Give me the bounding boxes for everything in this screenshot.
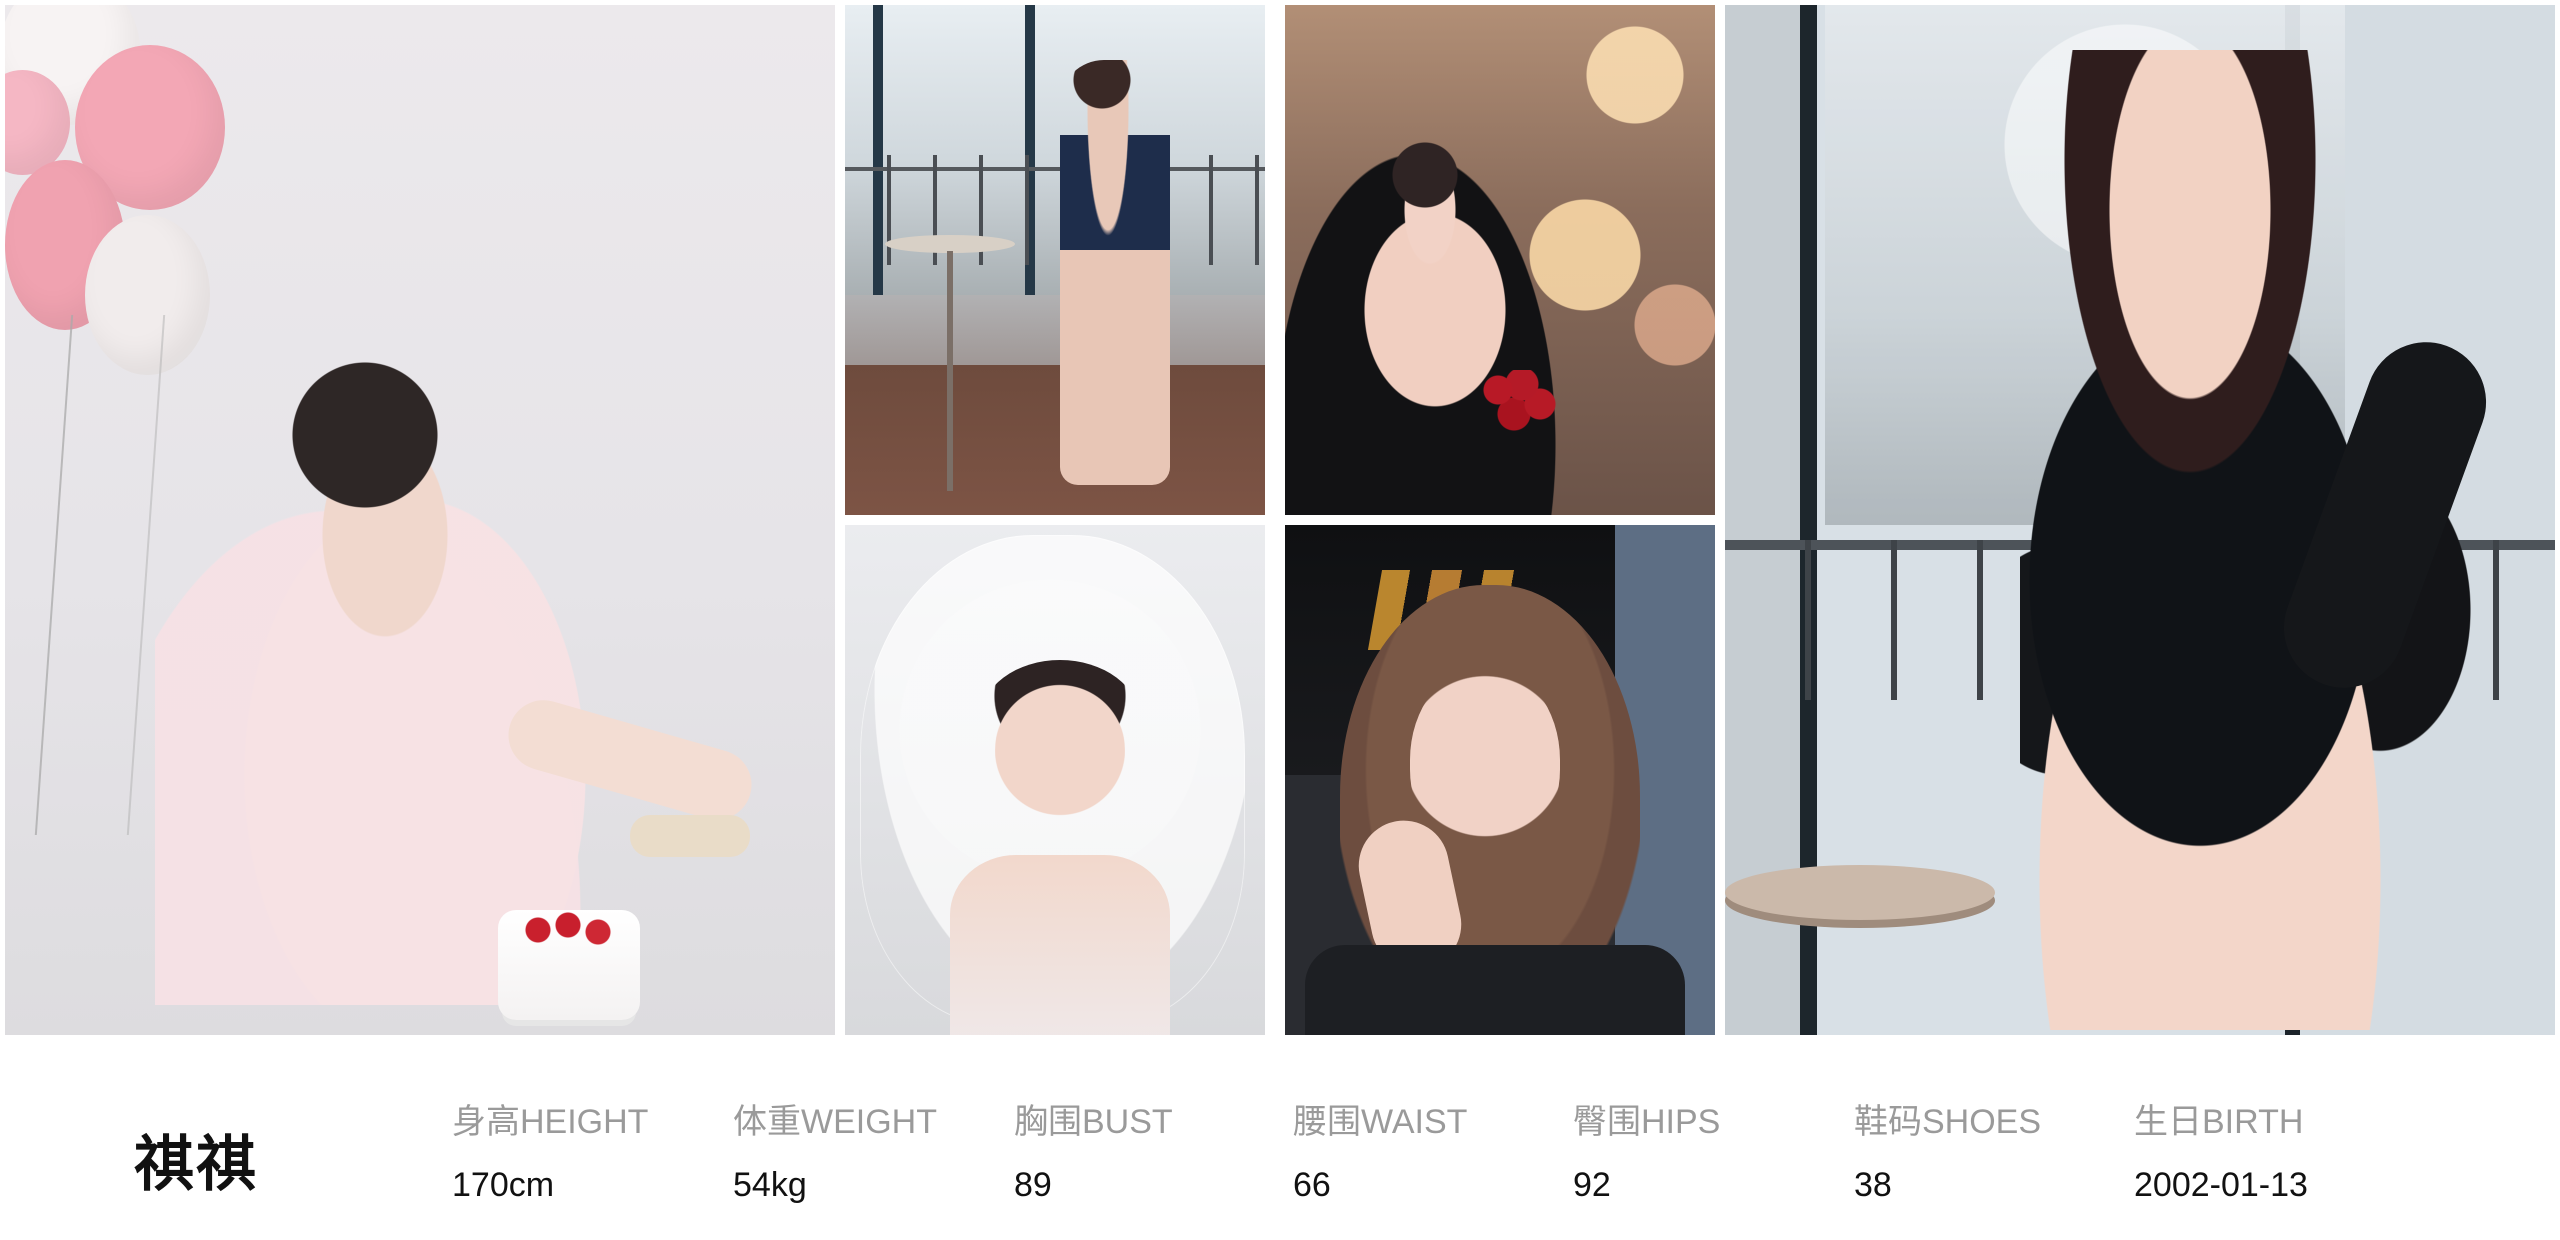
metric-value: 66 (1293, 1166, 1331, 1204)
face-shape (995, 675, 1125, 825)
metric-height: 身高HEIGHT 170cm (452, 1103, 682, 1215)
photo-pink-balloons[interactable] (5, 5, 835, 1035)
metric-hips: 臀围HIPS 92 (1573, 1103, 1803, 1215)
photo-window-chair[interactable] (845, 5, 1265, 515)
model-seated-figure (1060, 60, 1170, 485)
photo-wavy-hair[interactable] (1285, 525, 1715, 1035)
shoulders-shape (950, 855, 1170, 1035)
metric-label: 身高HEIGHT (452, 1103, 649, 1141)
table-top (1725, 865, 1995, 920)
metric-value: 2002-01-13 (2134, 1166, 2308, 1204)
metric-weight: 体重WEIGHT 54kg (733, 1103, 963, 1215)
metric-shoes: 鞋码SHOES 38 (1854, 1103, 2084, 1215)
metric-value: 170cm (452, 1166, 555, 1204)
metric-label: 胸围BUST (1014, 1103, 1173, 1141)
shoe-shape (630, 815, 750, 857)
metric-waist: 腰围WAIST 66 (1293, 1103, 1523, 1215)
metric-label: 鞋码SHOES (1854, 1103, 2042, 1141)
metric-bust: 胸围BUST 89 (1014, 1103, 1244, 1215)
model-figure (2020, 50, 2540, 1030)
photo-bridal-veil[interactable] (845, 525, 1265, 1035)
metric-value: 54kg (733, 1166, 807, 1204)
small-table (885, 235, 1015, 491)
model-figure (155, 355, 675, 1005)
metric-value: 89 (1014, 1166, 1052, 1204)
metric-label: 生日BIRTH (2134, 1103, 2304, 1141)
balloon-strings (34, 315, 166, 835)
model-profile-page: 祺祺 身高HEIGHT 170cm 体重WEIGHT 54kg 胸围BUST 8… (0, 0, 2560, 1240)
model-name: 祺祺 (134, 1131, 258, 1198)
photo-seated-window-portrait[interactable] (1725, 5, 2555, 1035)
measurements-row: 身高HEIGHT 170cm 体重WEIGHT 54kg 胸围BUST 89 腰… (452, 1103, 2387, 1215)
profile-info-panel: 祺祺 身高HEIGHT 170cm 体重WEIGHT 54kg 胸围BUST 8… (0, 1035, 2560, 1240)
metric-birth: 生日BIRTH 2002-01-13 (2134, 1103, 2364, 1215)
model-black-dress (1285, 135, 1565, 515)
metric-value: 92 (1573, 1166, 1611, 1204)
cake-icon (498, 910, 640, 1020)
metric-label: 臀围HIPS (1573, 1103, 1721, 1141)
photo-black-dress-roses[interactable] (1285, 5, 1715, 515)
face-shape (1410, 665, 1560, 855)
top-shape (1305, 945, 1685, 1035)
metric-label: 腰围WAIST (1293, 1103, 1468, 1141)
metric-label: 体重WEIGHT (733, 1103, 937, 1141)
wood-floor (845, 365, 1265, 515)
rose-bouquet-icon (1480, 370, 1570, 440)
metric-value: 38 (1854, 1166, 1892, 1204)
